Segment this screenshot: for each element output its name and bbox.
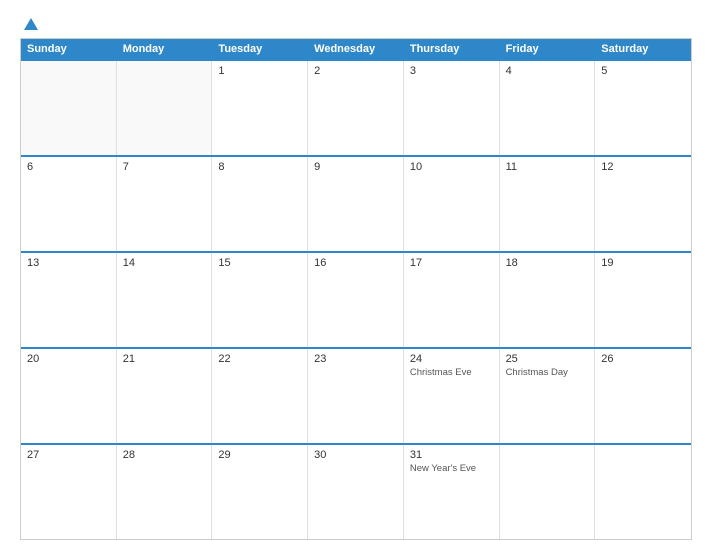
day-number: 31 [410, 449, 493, 461]
calendar-cell: 8 [212, 157, 308, 251]
day-number: 27 [27, 449, 110, 461]
calendar-cell: 19 [595, 253, 691, 347]
calendar-cell: 23 [308, 349, 404, 443]
calendar-event: Christmas Day [506, 367, 589, 378]
calendar-cell: 28 [117, 445, 213, 539]
calendar-cell: 11 [500, 157, 596, 251]
calendar-cell: 13 [21, 253, 117, 347]
calendar-header-cell: Saturday [595, 39, 691, 59]
day-number: 14 [123, 257, 206, 269]
calendar-cell: 16 [308, 253, 404, 347]
day-number: 3 [410, 65, 493, 77]
day-number: 4 [506, 65, 589, 77]
day-number: 28 [123, 449, 206, 461]
calendar-cell: 22 [212, 349, 308, 443]
calendar-cell [500, 445, 596, 539]
logo [20, 18, 38, 30]
day-number: 26 [601, 353, 685, 365]
day-number: 20 [27, 353, 110, 365]
day-number: 23 [314, 353, 397, 365]
day-number: 7 [123, 161, 206, 173]
day-number: 29 [218, 449, 301, 461]
calendar-header-row: SundayMondayTuesdayWednesdayThursdayFrid… [21, 39, 691, 59]
calendar-week: 27 28 29 30 31 New Year's Eve [21, 443, 691, 539]
calendar-cell: 14 [117, 253, 213, 347]
day-number: 8 [218, 161, 301, 173]
day-number: 17 [410, 257, 493, 269]
calendar-cell: 10 [404, 157, 500, 251]
calendar-cell: 3 [404, 61, 500, 155]
calendar-cell: 9 [308, 157, 404, 251]
day-number: 1 [218, 65, 301, 77]
day-number: 5 [601, 65, 685, 77]
calendar-cell: 29 [212, 445, 308, 539]
calendar-cell: 7 [117, 157, 213, 251]
calendar-cell [117, 61, 213, 155]
calendar-cell: 27 [21, 445, 117, 539]
calendar-header-cell: Tuesday [212, 39, 308, 59]
calendar-cell: 24 Christmas Eve [404, 349, 500, 443]
calendar-week: 13 14 15 16 17 18 19 [21, 251, 691, 347]
calendar-header-cell: Friday [500, 39, 596, 59]
calendar-event: New Year's Eve [410, 463, 493, 474]
day-number: 21 [123, 353, 206, 365]
day-number: 30 [314, 449, 397, 461]
calendar-event: Christmas Eve [410, 367, 493, 378]
calendar-header-cell: Sunday [21, 39, 117, 59]
calendar: SundayMondayTuesdayWednesdayThursdayFrid… [20, 38, 692, 540]
day-number: 22 [218, 353, 301, 365]
day-number: 10 [410, 161, 493, 173]
day-number: 18 [506, 257, 589, 269]
calendar-header-cell: Monday [117, 39, 213, 59]
calendar-cell [21, 61, 117, 155]
calendar-cell: 2 [308, 61, 404, 155]
day-number: 9 [314, 161, 397, 173]
calendar-cell: 17 [404, 253, 500, 347]
calendar-cell: 15 [212, 253, 308, 347]
calendar-cell: 12 [595, 157, 691, 251]
calendar-header-cell: Thursday [404, 39, 500, 59]
page: SundayMondayTuesdayWednesdayThursdayFrid… [0, 0, 712, 550]
day-number: 16 [314, 257, 397, 269]
header [20, 18, 692, 30]
calendar-cell: 30 [308, 445, 404, 539]
day-number: 19 [601, 257, 685, 269]
calendar-cell: 4 [500, 61, 596, 155]
day-number: 2 [314, 65, 397, 77]
day-number: 12 [601, 161, 685, 173]
calendar-header-cell: Wednesday [308, 39, 404, 59]
calendar-cell: 1 [212, 61, 308, 155]
calendar-cell: 5 [595, 61, 691, 155]
calendar-week: 6 78 9 10 11 12 [21, 155, 691, 251]
day-number: 24 [410, 353, 493, 365]
calendar-cell [595, 445, 691, 539]
calendar-cell: 20 [21, 349, 117, 443]
calendar-week: 20 21 22 23 24 Christmas Eve 25 Christmas Day 26 [21, 347, 691, 443]
calendar-cell: 31 New Year's Eve [404, 445, 500, 539]
calendar-cell: 26 [595, 349, 691, 443]
calendar-week: 1 2 3 45 [21, 59, 691, 155]
calendar-body: 123456789101112131415161718192021222324C… [21, 59, 691, 539]
day-number: 6 [27, 161, 110, 173]
calendar-cell: 6 [21, 157, 117, 251]
day-number: 25 [506, 353, 589, 365]
day-number: 15 [218, 257, 301, 269]
calendar-cell: 21 [117, 349, 213, 443]
logo-triangle-icon [24, 18, 38, 30]
calendar-cell: 18 [500, 253, 596, 347]
day-number: 11 [506, 161, 589, 173]
calendar-cell: 25 Christmas Day [500, 349, 596, 443]
day-number: 13 [27, 257, 110, 269]
